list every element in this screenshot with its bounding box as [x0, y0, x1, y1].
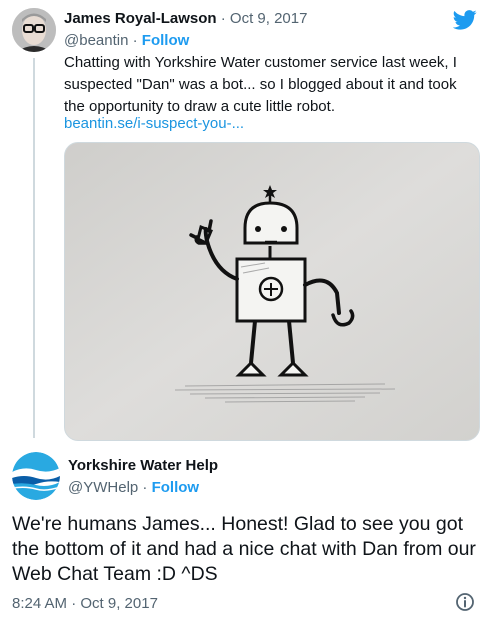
follow-button[interactable]: Follow	[142, 32, 190, 49]
separator-dot: ·	[220, 10, 226, 27]
author-handle[interactable]: @beantin	[64, 32, 128, 49]
avatar-portrait	[12, 8, 56, 52]
author-name[interactable]: James Royal-Lawson	[64, 10, 217, 27]
reply-author-handle[interactable]: @YWHelp	[68, 479, 138, 496]
james-avatar[interactable]	[12, 8, 56, 52]
info-icon[interactable]	[455, 592, 475, 612]
tweet-media-image[interactable]	[64, 142, 480, 441]
reply-author-name[interactable]: Yorkshire Water Help	[68, 456, 218, 476]
parent-subheader: @beantin · Follow	[64, 31, 189, 51]
tweet-embed: James Royal-Lawson · Oct 9, 2017 @beanti…	[0, 0, 491, 622]
yorkshire-water-avatar[interactable]	[12, 452, 60, 500]
yorkshire-water-logo-icon	[12, 452, 60, 500]
blog-link[interactable]: beantin.se/i-suspect-you-...	[64, 114, 244, 134]
reply-tweet-text: We're humans James... Honest! Glad to se…	[12, 513, 476, 585]
tweet-date[interactable]: Oct 9, 2017	[230, 10, 308, 27]
reply-timestamp[interactable]: 8:24 AM · Oct 9, 2017	[12, 594, 158, 614]
robot-drawing-image	[65, 143, 479, 440]
parent-header: James Royal-Lawson · Oct 9, 2017	[64, 9, 307, 29]
twitter-bird-icon[interactable]	[453, 10, 477, 30]
thread-connector-line	[33, 58, 35, 438]
reply-follow-button[interactable]: Follow	[152, 479, 200, 496]
reply-subheader: @YWHelp · Follow	[68, 478, 199, 498]
parent-tweet-text: Chatting with Yorkshire Water customer s…	[64, 54, 457, 115]
separator-dot: ·	[142, 479, 148, 496]
separator-dot: ·	[132, 32, 138, 49]
